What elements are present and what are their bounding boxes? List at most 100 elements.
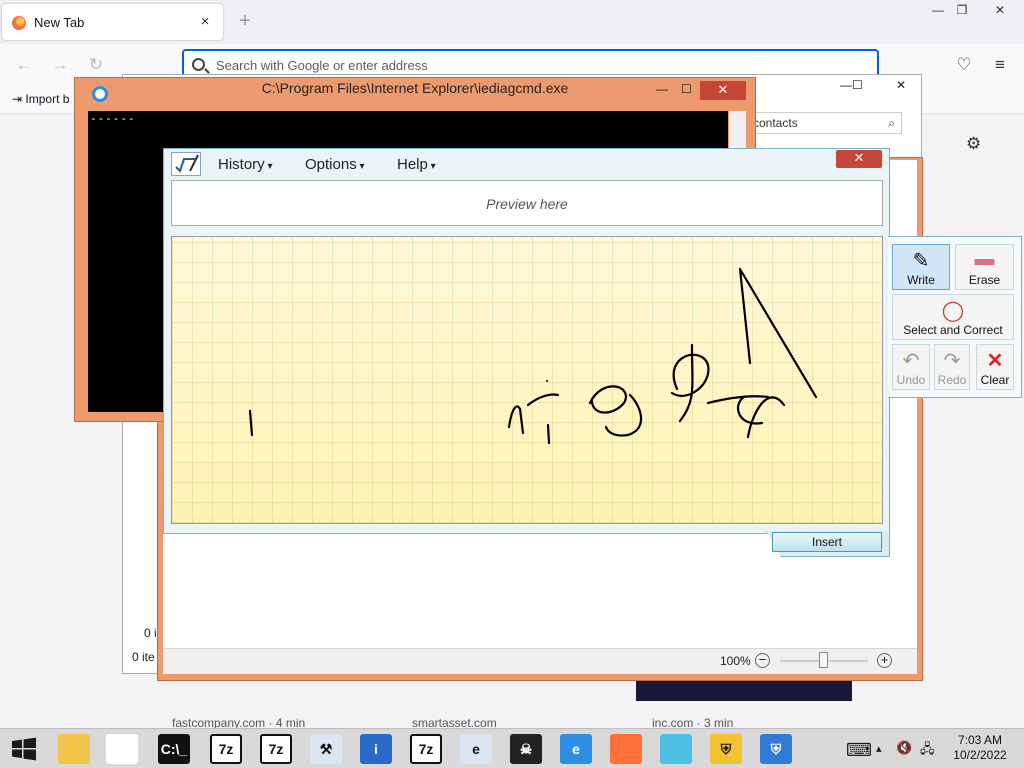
new-tab-button[interactable]: + <box>234 10 256 32</box>
select-and-correct-button[interactable]: ◯ Select and Correct <box>892 294 1014 340</box>
select-and-correct-label: Select and Correct <box>903 323 1003 337</box>
search-icon: ⌕ <box>888 116 895 130</box>
keyboard-icon[interactable]: ⌨ <box>846 740 872 761</box>
pocket-icon[interactable]: ♡ <box>952 54 976 76</box>
chrome-icon <box>106 734 138 764</box>
taskbar-app-button[interactable]: ⚒ <box>304 731 348 767</box>
redo-icon: ↷ <box>943 350 961 372</box>
menu-history[interactable]: History <box>218 156 272 173</box>
cmd-close-button[interactable]: ✕ <box>700 81 746 100</box>
taskbar-app-button[interactable]: ⛨ <box>704 731 748 767</box>
cmd-minimize-button[interactable]: — <box>656 82 668 96</box>
browser-maximize-button[interactable]: ❐ <box>942 0 982 22</box>
taskbar-app-button[interactable]: e <box>454 731 498 767</box>
ink-dot <box>546 380 548 382</box>
undo-button[interactable]: ↶ Undo <box>892 344 930 390</box>
reload-icon[interactable]: ↻ <box>84 54 108 76</box>
erase-button[interactable]: ▬ Erase <box>955 244 1014 290</box>
math-input-icon-graphic <box>175 154 199 173</box>
clear-label: Clear <box>980 373 1010 387</box>
settings-gear-icon[interactable]: ⚙ <box>966 134 981 154</box>
menu-options[interactable]: Options <box>305 156 365 173</box>
taskbar-clock[interactable]: 7:03 AM 10/2/2022 <box>940 733 1020 763</box>
clear-button[interactable]: ✕ Clear <box>976 344 1014 390</box>
tab-title: New Tab <box>34 15 85 30</box>
taskbar-app-button[interactable]: ⛨ <box>754 731 798 767</box>
taskbar-app-button[interactable] <box>604 731 648 767</box>
lasso-icon: ◯ <box>941 300 965 322</box>
zoom-in-button[interactable]: + <box>877 653 892 668</box>
app-menu-icon[interactable]: ≡ <box>988 54 1012 76</box>
contacts-maximize-button[interactable]: ☐ <box>852 78 863 92</box>
7zip-icon: 7z <box>210 734 242 764</box>
network-icon[interactable]: 🖧 <box>920 740 935 762</box>
volume-muted-icon[interactable]: 🔇 <box>896 740 912 756</box>
cmd-window-title: C:\Program Files\Internet Explorer\iedia… <box>261 80 569 96</box>
writing-pad[interactable] <box>171 236 883 524</box>
chevron-up-icon[interactable]: ▴ <box>876 742 882 755</box>
contacts-minimize-button[interactable]: — <box>840 78 852 92</box>
clock-date: 10/2/2022 <box>953 748 1007 762</box>
pen-icon: ✎ <box>912 250 930 272</box>
item-count-label-2: 0 ite <box>132 650 155 664</box>
preview-placeholder: Preview here <box>486 196 568 212</box>
7zip-error-icon: 7z <box>410 734 442 764</box>
taskbar-app-button[interactable]: e <box>554 731 598 767</box>
system-info-icon: i <box>360 734 392 764</box>
forward-icon[interactable]: → <box>48 54 72 76</box>
write-label: Write <box>907 273 935 287</box>
file-explorer-icon <box>58 734 90 764</box>
firefox-icon <box>610 734 642 764</box>
ie-diagnostics-icon: e <box>460 734 492 764</box>
zoom-slider-thumb[interactable] <box>819 652 828 668</box>
erase-label: Erase <box>968 273 1001 287</box>
shield-icon: ⛨ <box>710 734 742 764</box>
handwriting-strokes <box>248 267 818 445</box>
tools-icon: ⚒ <box>310 734 342 764</box>
math-input-close-button[interactable]: ✕ <box>836 150 882 168</box>
undo-label: Undo <box>896 373 926 387</box>
redo-label: Redo <box>937 373 967 387</box>
address-placeholder: Search with Google or enter address <box>216 58 428 73</box>
contacts-search-input[interactable]: contacts ⌕ <box>748 112 902 134</box>
browser-close-button[interactable]: ✕ <box>980 0 1020 22</box>
taskbar-app-button[interactable]: C:\_ <box>152 731 196 767</box>
firefox-tab-icon <box>12 16 26 30</box>
taskbar-app-button[interactable]: 7z <box>404 731 448 767</box>
taskbar-app-button[interactable] <box>52 731 96 767</box>
windows-logo-icon <box>12 737 36 761</box>
command-prompt-icon: C:\_ <box>158 734 190 764</box>
start-button[interactable] <box>0 731 48 767</box>
insert-button[interactable]: Insert <box>772 532 882 552</box>
menu-help[interactable]: Help <box>397 156 436 173</box>
console-cursor: ------ <box>90 114 136 126</box>
article-thumbnail[interactable] <box>636 681 852 701</box>
contacts-close-button[interactable]: ✕ <box>896 78 906 92</box>
tab-close-icon[interactable]: × <box>195 12 215 32</box>
shield-icon-2: ⛨ <box>760 734 792 764</box>
write-button[interactable]: ✎ Write <box>892 244 950 290</box>
internet-explorer-icon: e <box>560 734 592 764</box>
zoom-level: 100% <box>720 654 751 668</box>
math-input-panel-icon <box>171 152 201 176</box>
taskbar-app-button[interactable] <box>100 731 144 767</box>
taskbar-app-button[interactable]: 7z <box>204 731 248 767</box>
redo-button[interactable]: ↷ Redo <box>934 344 970 390</box>
zoom-out-button[interactable]: − <box>755 653 770 668</box>
taskbar-app-button[interactable]: i <box>354 731 398 767</box>
eraser-icon: ▬ <box>974 248 995 270</box>
clock-time: 7:03 AM <box>957 733 1003 747</box>
taskbar-app-button[interactable] <box>654 731 698 767</box>
shell-icon <box>660 734 692 764</box>
search-icon <box>192 58 205 71</box>
tab-new-tab[interactable]: New Tab × <box>2 4 223 40</box>
taskbar-app-button[interactable]: ☠ <box>504 731 548 767</box>
item-count-label: 0 i <box>144 626 157 640</box>
undo-icon: ↶ <box>902 350 920 372</box>
taskbar-app-button[interactable]: 7z <box>254 731 298 767</box>
back-icon[interactable]: ← <box>12 54 36 76</box>
7zip-icon-2: 7z <box>260 734 292 764</box>
import-bookmarks-link[interactable]: ⇥ Import b <box>12 92 69 106</box>
cmd-maximize-button[interactable]: ☐ <box>681 82 692 96</box>
clear-icon: ✕ <box>986 350 1004 372</box>
